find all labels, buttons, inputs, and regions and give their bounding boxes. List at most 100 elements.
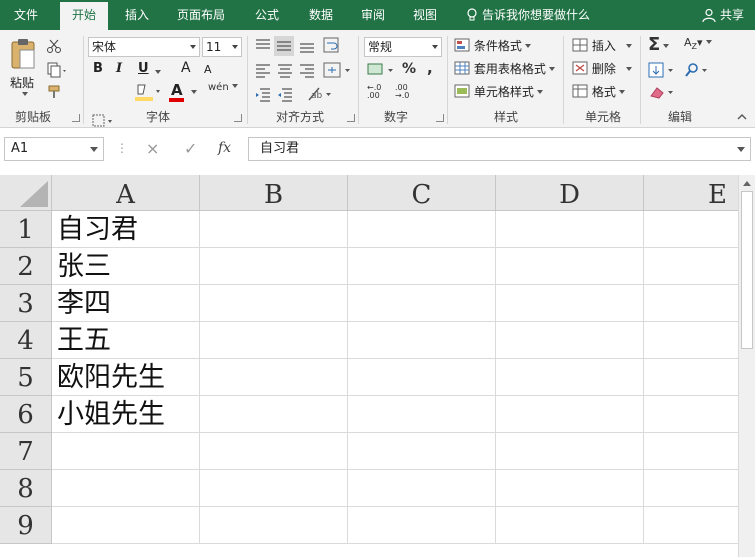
align-bottom-icon[interactable] — [298, 38, 316, 54]
cell-styles-button[interactable]: 单元格样式 — [454, 82, 543, 102]
insert-function-icon[interactable]: fx — [218, 140, 231, 156]
row-header-6[interactable]: 6 — [0, 396, 52, 433]
fill-color-icon[interactable] — [134, 82, 162, 102]
row-header-5[interactable]: 5 — [0, 359, 52, 396]
cell-c1[interactable] — [348, 211, 496, 248]
row-header-1[interactable]: 1 — [0, 211, 52, 248]
cell-e4[interactable] — [644, 322, 738, 359]
bold-button[interactable]: B — [93, 61, 103, 76]
cell-c2[interactable] — [348, 248, 496, 285]
sort-filter-button[interactable]: AZ▾ — [684, 36, 712, 51]
vertical-scrollbar[interactable] — [738, 175, 755, 557]
format-as-table-button[interactable]: 套用表格格式 — [454, 59, 555, 79]
row-header-3[interactable]: 3 — [0, 285, 52, 322]
row-header-2[interactable]: 2 — [0, 248, 52, 285]
tab-formulas[interactable]: 公式 — [244, 0, 290, 30]
column-header-d[interactable]: D — [496, 175, 644, 211]
cell-b7[interactable] — [200, 433, 348, 470]
font-launcher-icon[interactable] — [234, 114, 242, 122]
clipboard-launcher-icon[interactable] — [72, 114, 80, 122]
conditional-format-button[interactable]: 条件格式 — [454, 36, 531, 56]
cell-c7[interactable] — [348, 433, 496, 470]
cell-a4[interactable]: 王五 — [52, 322, 200, 359]
comma-button[interactable]: , — [427, 59, 433, 77]
column-header-b[interactable]: B — [200, 175, 348, 211]
find-select-icon[interactable] — [684, 62, 712, 80]
paste-button[interactable]: 粘贴 — [6, 36, 40, 98]
column-header-e[interactable]: E — [644, 175, 738, 211]
cell-a5[interactable]: 欧阳先生 — [52, 359, 200, 396]
borders-icon[interactable] — [92, 114, 114, 128]
font-color-button[interactable]: A — [168, 81, 198, 103]
percent-button[interactable]: % — [402, 61, 416, 77]
cell-a6[interactable]: 小姐先生 — [52, 396, 200, 433]
font-name-select[interactable]: 宋体 — [88, 37, 200, 57]
cell-a9[interactable] — [52, 507, 200, 544]
tab-data[interactable]: 数据 — [298, 0, 344, 30]
font-size-select[interactable]: 11 — [202, 37, 242, 57]
cell-d1[interactable] — [496, 211, 644, 248]
cell-e8[interactable] — [644, 470, 738, 507]
collapse-ribbon-icon[interactable] — [736, 112, 748, 122]
cell-e9[interactable] — [644, 507, 738, 544]
cell-c8[interactable] — [348, 470, 496, 507]
fill-down-icon[interactable] — [648, 62, 676, 80]
tab-insert[interactable]: 插入 — [114, 0, 160, 30]
cell-b2[interactable] — [200, 248, 348, 285]
name-box[interactable]: A1 — [4, 137, 104, 161]
row-header-4[interactable]: 4 — [0, 322, 52, 359]
cell-b3[interactable] — [200, 285, 348, 322]
tab-review[interactable]: 审阅 — [350, 0, 396, 30]
row-header-7[interactable]: 7 — [0, 433, 52, 470]
select-all-corner[interactable] — [0, 175, 52, 211]
italic-button[interactable]: I — [116, 61, 122, 76]
orientation-icon[interactable]: ab — [306, 84, 336, 104]
cell-a7[interactable] — [52, 433, 200, 470]
cell-b8[interactable] — [200, 470, 348, 507]
autosum-button[interactable]: Σ — [648, 34, 670, 55]
enter-icon[interactable]: ✓ — [184, 139, 197, 158]
cell-d9[interactable] — [496, 507, 644, 544]
align-middle-icon[interactable] — [274, 36, 294, 56]
number-launcher-icon[interactable] — [436, 114, 444, 122]
cell-d5[interactable] — [496, 359, 644, 396]
merge-center-icon[interactable] — [322, 60, 354, 80]
underline-button[interactable]: U — [138, 61, 149, 76]
accounting-format-icon[interactable] — [366, 62, 400, 80]
formula-expand-icon[interactable] — [737, 147, 745, 152]
cell-b1[interactable] — [200, 211, 348, 248]
decrease-decimal-button[interactable]: .00 →.0 — [395, 84, 409, 100]
alignment-launcher-icon[interactable] — [347, 114, 355, 122]
number-format-select[interactable]: 常规 — [364, 37, 442, 57]
cell-c4[interactable] — [348, 322, 496, 359]
clear-icon[interactable] — [648, 84, 676, 102]
align-center-icon[interactable] — [276, 62, 294, 78]
cell-c3[interactable] — [348, 285, 496, 322]
share-button[interactable]: 共享 — [702, 0, 744, 30]
cell-c6[interactable] — [348, 396, 496, 433]
scroll-up-icon[interactable] — [743, 181, 751, 186]
cell-d2[interactable] — [496, 248, 644, 285]
increase-font-button[interactable]: A — [181, 60, 191, 76]
cell-d8[interactable] — [496, 470, 644, 507]
delete-cells-button[interactable]: 删除 — [572, 59, 632, 79]
cell-d6[interactable] — [496, 396, 644, 433]
scrollbar-thumb[interactable] — [741, 191, 753, 349]
wrap-text-icon[interactable] — [322, 36, 342, 56]
cell-b6[interactable] — [200, 396, 348, 433]
phonetic-button[interactable]: wén — [208, 82, 238, 93]
cell-d3[interactable] — [496, 285, 644, 322]
cell-e1[interactable] — [644, 211, 738, 248]
tab-page-layout[interactable]: 页面布局 — [170, 0, 232, 30]
cell-c5[interactable] — [348, 359, 496, 396]
align-left-icon[interactable] — [254, 62, 272, 78]
cell-d7[interactable] — [496, 433, 644, 470]
formula-input[interactable]: 自习君 — [248, 137, 751, 161]
row-header-9[interactable]: 9 — [0, 507, 52, 544]
insert-cells-button[interactable]: 插入 — [572, 36, 632, 56]
cell-a8[interactable] — [52, 470, 200, 507]
cell-e2[interactable] — [644, 248, 738, 285]
cell-b9[interactable] — [200, 507, 348, 544]
cell-a2[interactable]: 张三 — [52, 248, 200, 285]
align-top-icon[interactable] — [254, 38, 272, 54]
